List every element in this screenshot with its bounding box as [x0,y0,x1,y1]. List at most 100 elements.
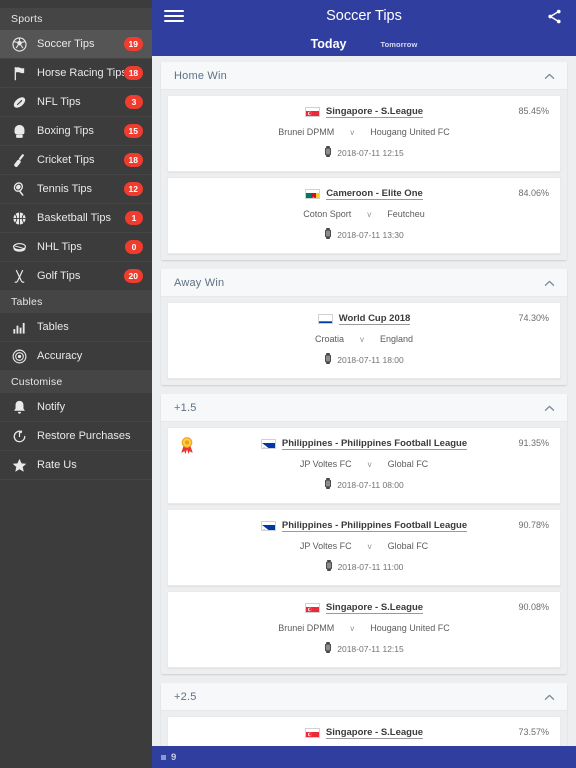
match-card[interactable]: Singapore - S.League 85.45% Brunei DPMM v Ho… [167,95,561,172]
versus-label: v [350,127,355,137]
sidebar-item-nhl-tips[interactable]: NHL Tips 0 [0,233,152,262]
watch-icon [324,226,332,244]
bar-chart-icon [10,318,29,337]
tips-section: Home Win Singapore - S.League 85.45% Brune… [161,62,567,260]
confidence-percent: 90.08% [518,602,549,612]
tips-section: Away Win World Cup 2018 74.30% Croatia v Eng… [161,269,567,385]
sidebar-item-badge: 15 [123,124,143,138]
league-name[interactable]: Philippines - Philippines Football Leagu… [281,520,468,533]
match-card[interactable]: Cameroon - Elite One 84.06% Coton Sport v Fe… [167,177,561,254]
philippines-flag-icon [260,439,276,449]
section-header[interactable]: +2.5 [161,683,567,711]
sidebar-item-accuracy[interactable]: Accuracy [0,342,152,371]
sidebar-item-tables[interactable]: Tables [0,313,152,342]
match-card-header: Singapore - S.League 73.57% [179,726,549,740]
versus-label: v [367,209,372,219]
versus-label: v [350,623,355,633]
soccer-ball-icon [10,35,29,54]
league-name[interactable]: Singapore - S.League [325,727,424,740]
chevron-up-icon[interactable] [544,67,555,85]
gold-medal-icon [179,436,195,455]
section-header[interactable]: Home Win [161,62,567,90]
match-card[interactable]: Philippines - Philippines Football Leagu… [167,427,561,504]
section-title: +2.5 [174,690,197,703]
share-icon[interactable] [544,6,564,26]
tennis-racket-icon [10,180,29,199]
away-team: Global FC [387,459,429,469]
league-wrap: Philippines - Philippines Football Leagu… [179,520,549,533]
kickoff-row: 2018-07-11 18:00 [179,351,549,369]
singapore-flag-icon [304,603,320,613]
teams-row: JP Voltes FC v Global FC [179,459,549,469]
away-team: Feutcheu [387,209,425,219]
league-name[interactable]: World Cup 2018 [338,313,411,326]
home-team: Coton Sport [303,209,352,219]
sidebar-item-rate-us[interactable]: Rate Us [0,451,152,480]
gold-medal-icon [181,437,193,455]
singapore-flag-icon [304,728,320,738]
tips-scroll-area[interactable]: Home Win Singapore - S.League 85.45% Brune… [152,56,576,746]
sidebar-item-label: Soccer Tips [37,38,95,50]
league-name[interactable]: Singapore - S.League [325,602,424,615]
sidebar-item-nfl-tips[interactable]: NFL Tips 3 [0,88,152,117]
sidebar-group-title-tables: Tables [0,291,152,313]
sidebar-item-soccer-tips[interactable]: Soccer Tips 19 [0,30,152,59]
league-wrap: Singapore - S.League [179,602,549,615]
sidebar-item-notify[interactable]: Notify [0,393,152,422]
tab-tomorrow[interactable]: Tomorrow [380,40,417,49]
sidebar-top-spacer [0,0,152,8]
sidebar-item-label: Accuracy [37,350,83,362]
teams-row: Brunei DPMM v Hougang United FC [179,127,549,137]
match-card[interactable]: Philippines - Philippines Football Leagu… [167,509,561,586]
away-team: Hougang United FC [370,623,450,633]
square-icon [161,754,166,760]
sidebar-item-label: Golf Tips [37,270,81,282]
golf-clubs-icon [10,267,29,286]
confidence-percent: 74.30% [518,313,549,323]
section-title: Home Win [174,69,227,82]
tab-today[interactable]: Today [311,37,347,51]
sidebar-item-boxing-tips[interactable]: Boxing Tips 15 [0,117,152,146]
sidebar-item-label: Basketball Tips [37,212,111,224]
sidebar-item-badge: 0 [125,240,143,254]
sidebar-item-badge: 3 [125,95,143,109]
match-card[interactable]: Singapore - S.League 90.08% Brunei DPMM v Ho… [167,591,561,668]
sidebar-item-tennis-tips[interactable]: Tennis Tips 12 [0,175,152,204]
sidebar-item-golf-tips[interactable]: Golf Tips 20 [0,262,152,291]
sidebar-item-badge: 1 [125,211,143,225]
section-header[interactable]: +1.5 [161,394,567,422]
confidence-percent: 91.35% [518,438,549,448]
league-name[interactable]: Philippines - Philippines Football Leagu… [281,438,468,451]
restore-icon [10,427,29,446]
chevron-up-icon[interactable] [544,688,555,706]
sidebar-item-label: Cricket Tips [37,154,95,166]
kickoff-row: 2018-07-11 12:15 [179,144,549,162]
sidebar-item-horse-racing-tips[interactable]: Horse Racing Tips 18 [0,59,152,88]
chevron-up-icon[interactable] [544,274,555,292]
section-header[interactable]: Away Win [161,269,567,297]
sidebar: Sports Soccer Tips 19 Horse Racing Tips 18… [0,0,152,768]
league-wrap: Philippines - Philippines Football Leagu… [179,438,549,451]
league-name[interactable]: Cameroon - Elite One [326,188,423,201]
sidebar-item-restore-purchases[interactable]: Restore Purchases [0,422,152,451]
bottom-status-bar: 9 [152,746,576,768]
sidebar-item-label: NHL Tips [37,241,82,253]
match-card-header: Singapore - S.League 90.08% [179,601,549,615]
confidence-percent: 90.78% [518,520,549,530]
kickoff-time: 2018-07-11 12:15 [337,644,404,654]
league-name[interactable]: Singapore - S.League [325,106,424,119]
sidebar-item-basketball-tips[interactable]: Basketball Tips 1 [0,204,152,233]
kickoff-row: 2018-07-11 11:00 [179,558,549,576]
match-card[interactable]: World Cup 2018 74.30% Croatia v England 2018… [167,302,561,379]
sidebar-item-cricket-tips[interactable]: Cricket Tips 18 [0,146,152,175]
home-team: Brunei DPMM [278,623,335,633]
home-team: JP Voltes FC [299,541,352,551]
match-card-header: Singapore - S.League 85.45% [179,105,549,119]
league-wrap: Singapore - S.League [179,727,549,740]
sidebar-item-label: Tables [37,321,69,333]
section-body: Philippines - Philippines Football Leagu… [161,422,567,674]
chevron-up-icon[interactable] [544,399,555,417]
sidebar-item-label: Tennis Tips [37,183,93,195]
match-card[interactable]: Singapore - S.League73.57%Brunei DPMMvHo… [167,716,561,746]
confidence-percent: 84.06% [518,188,549,198]
